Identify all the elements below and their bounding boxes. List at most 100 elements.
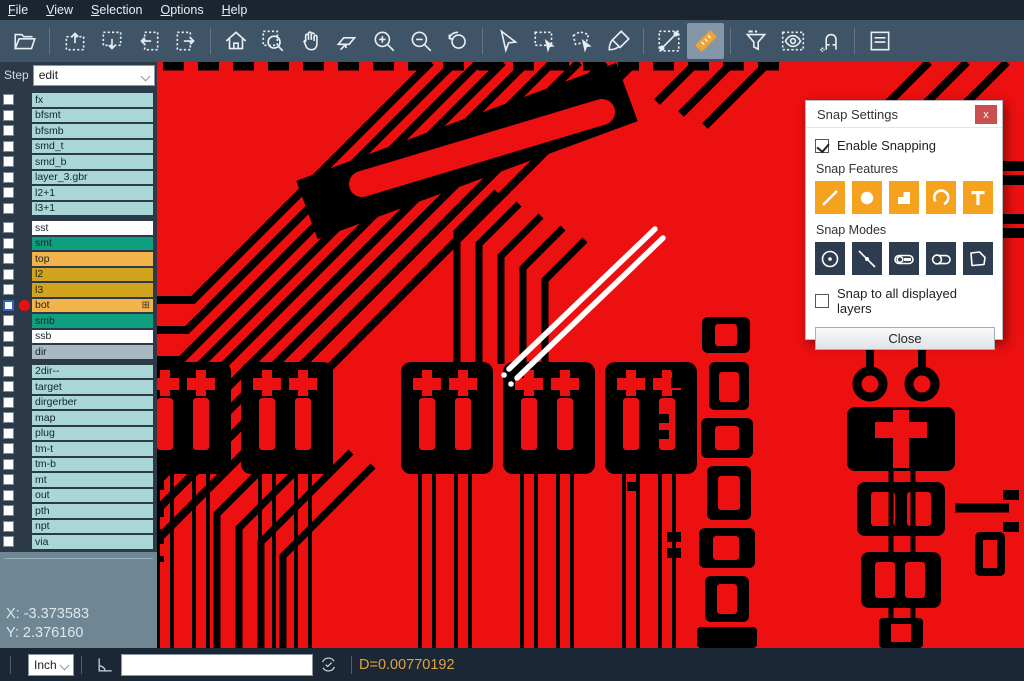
- layer-visibility-checkbox[interactable]: [3, 284, 14, 295]
- snap-feature-text-button[interactable]: [963, 181, 993, 214]
- layer-label[interactable]: top: [32, 252, 153, 266]
- layer-visibility-checkbox[interactable]: [3, 172, 14, 183]
- layer-label[interactable]: ssb: [32, 330, 153, 344]
- angle-tool-button[interactable]: [95, 655, 115, 675]
- zoom-previous-button[interactable]: [439, 23, 476, 59]
- ruler-button[interactable]: [687, 23, 724, 59]
- layer-visibility-checkbox[interactable]: [3, 505, 14, 516]
- select-cursor-button[interactable]: [489, 23, 526, 59]
- layer-label[interactable]: fx: [32, 93, 153, 107]
- snap-all-layers-row[interactable]: Snap to all displayed layers: [815, 286, 993, 316]
- layer-label[interactable]: smd_t: [32, 140, 153, 154]
- layer-visibility-checkbox[interactable]: [3, 412, 14, 423]
- layer-label[interactable]: layer_3.gbr: [32, 171, 153, 185]
- layer-row-bot[interactable]: bot⊞: [0, 298, 157, 314]
- menu-item-options[interactable]: Options: [160, 3, 203, 17]
- layer-label[interactable]: tm-b: [32, 458, 153, 472]
- layer-label[interactable]: l3+1: [32, 202, 153, 216]
- snap-mode-line-point-button[interactable]: [852, 242, 882, 275]
- layer-visibility-checkbox[interactable]: [3, 253, 14, 264]
- layer-visibility-checkbox[interactable]: [3, 443, 14, 454]
- layer-row-tm-t[interactable]: tm-t: [0, 441, 157, 457]
- menu-item-selection[interactable]: Selection: [91, 3, 142, 17]
- pan-left-button[interactable]: [130, 23, 167, 59]
- layer-row-via[interactable]: via: [0, 534, 157, 550]
- layer-visibility-checkbox[interactable]: [3, 125, 14, 136]
- step-select[interactable]: edit: [33, 65, 155, 86]
- layer-row-fx[interactable]: fx: [0, 92, 157, 108]
- layer-row-dir[interactable]: dir: [0, 344, 157, 360]
- zoom-out-button[interactable]: [402, 23, 439, 59]
- layer-visibility-checkbox[interactable]: [3, 238, 14, 249]
- layer-row-dirgerber[interactable]: dirgerber: [0, 395, 157, 411]
- snap-feature-surface-button[interactable]: [889, 181, 919, 214]
- menu-item-view[interactable]: View: [46, 3, 73, 17]
- layer-visibility-checkbox[interactable]: [3, 536, 14, 547]
- layer-visibility-checkbox[interactable]: [3, 141, 14, 152]
- zoom-window-button[interactable]: [254, 23, 291, 59]
- menu-item-file[interactable]: File: [8, 3, 28, 17]
- layer-visibility-checkbox[interactable]: [3, 428, 14, 439]
- layer-visibility-checkbox[interactable]: [3, 315, 14, 326]
- filter-button[interactable]: [737, 23, 774, 59]
- pan-right-button[interactable]: [167, 23, 204, 59]
- layer-label[interactable]: tm-t: [32, 442, 153, 456]
- layer-label[interactable]: dir: [32, 345, 153, 359]
- layer-label[interactable]: bot⊞: [32, 299, 153, 313]
- snap-feature-line-button[interactable]: [815, 181, 845, 214]
- measure-distance-button[interactable]: [650, 23, 687, 59]
- pan-down-button[interactable]: [93, 23, 130, 59]
- snap-mode-center-button[interactable]: [815, 242, 845, 275]
- layer-visibility-checkbox[interactable]: [3, 490, 14, 501]
- layer-row-l2+1[interactable]: l2+1: [0, 185, 157, 201]
- layer-visibility-checkbox[interactable]: [3, 474, 14, 485]
- layer-label[interactable]: mt: [32, 473, 153, 487]
- layer-label[interactable]: sst: [32, 221, 153, 235]
- layer-row-bfsmb[interactable]: bfsmb: [0, 123, 157, 139]
- layer-row-l2[interactable]: l2: [0, 267, 157, 283]
- layer-row-smd_b[interactable]: smd_b: [0, 154, 157, 170]
- zoom-in-button[interactable]: [365, 23, 402, 59]
- home-view-button[interactable]: [217, 23, 254, 59]
- layer-label[interactable]: out: [32, 489, 153, 503]
- layer-row-npt[interactable]: npt: [0, 519, 157, 535]
- layer-label[interactable]: dirgerber: [32, 396, 153, 410]
- snap-mode-contour-button[interactable]: [963, 242, 993, 275]
- layer-row-tm-b[interactable]: tm-b: [0, 457, 157, 473]
- layer-row-top[interactable]: top: [0, 251, 157, 267]
- layer-visibility-checkbox[interactable]: [3, 187, 14, 198]
- open-folder-button[interactable]: [6, 23, 43, 59]
- unit-select[interactable]: Inch: [28, 654, 74, 676]
- layer-label[interactable]: l2+1: [32, 186, 153, 200]
- layer-label[interactable]: l2: [32, 268, 153, 282]
- layer-label[interactable]: target: [32, 380, 153, 394]
- layer-row-ssb[interactable]: ssb: [0, 329, 157, 345]
- layer-label[interactable]: bfsmb: [32, 124, 153, 138]
- pan-up-button[interactable]: [56, 23, 93, 59]
- layer-visibility-checkbox[interactable]: [3, 381, 14, 392]
- enable-snapping-checkbox[interactable]: [815, 139, 829, 153]
- layer-label[interactable]: 2dir--: [32, 365, 153, 379]
- layer-label[interactable]: plug: [32, 427, 153, 441]
- snap-feature-arc-button[interactable]: [926, 181, 956, 214]
- pan-hand-button[interactable]: [291, 23, 328, 59]
- layer-label[interactable]: map: [32, 411, 153, 425]
- layer-label[interactable]: smd_b: [32, 155, 153, 169]
- layer-label[interactable]: smb: [32, 314, 153, 328]
- paint-brush-button[interactable]: [600, 23, 637, 59]
- layer-visibility-checkbox[interactable]: [3, 269, 14, 280]
- layer-row-mt[interactable]: mt: [0, 472, 157, 488]
- layer-visibility-checkbox[interactable]: [3, 346, 14, 357]
- grid-icon[interactable]: ⊞: [142, 300, 150, 311]
- layer-row-target[interactable]: target: [0, 379, 157, 395]
- move-view-button[interactable]: [328, 23, 365, 59]
- snap-mode-slot-end-button[interactable]: [889, 242, 919, 275]
- layer-visibility-checkbox[interactable]: [3, 203, 14, 214]
- layer-row-smb[interactable]: smb: [0, 313, 157, 329]
- command-input[interactable]: [121, 654, 313, 676]
- select-polygon-button[interactable]: [563, 23, 600, 59]
- dialog-close-action-button[interactable]: Close: [815, 327, 995, 350]
- menu-item-help[interactable]: Help: [222, 3, 248, 17]
- snap-all-layers-checkbox[interactable]: [815, 294, 829, 308]
- layer-visibility-checkbox[interactable]: [3, 521, 14, 532]
